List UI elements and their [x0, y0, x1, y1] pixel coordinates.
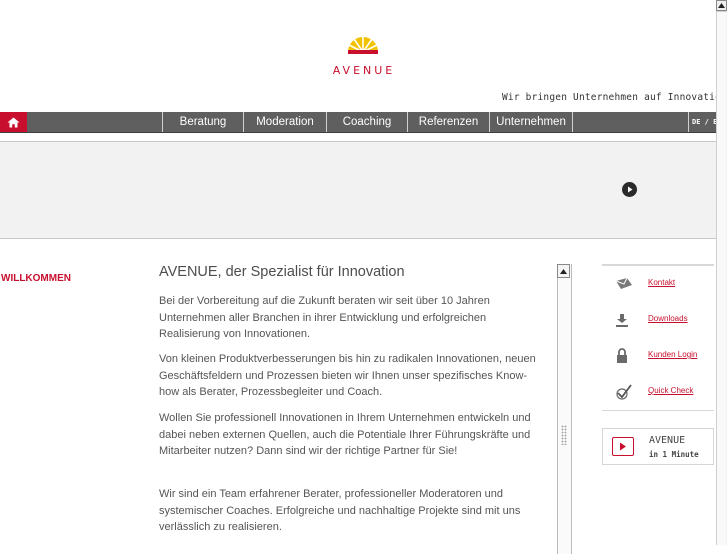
home-icon	[7, 117, 20, 127]
envelope-icon	[615, 276, 633, 292]
scroll-grip[interactable]	[561, 425, 567, 445]
hero-banner	[0, 141, 716, 239]
sidebar-item-kunden-login[interactable]: Kunden Login	[602, 338, 714, 375]
arrow-up-icon	[560, 268, 567, 274]
page-title: AVENUE, der Spezialist für Innovation	[159, 264, 405, 280]
nav-item-referenzen[interactable]: Referenzen	[407, 112, 489, 132]
section-label: WILLKOMMEN	[1, 273, 71, 284]
checkmark-icon	[615, 384, 633, 400]
sidebar-item-label: Quick Check	[648, 386, 694, 395]
sidebar-item-quick-check[interactable]: Quick Check	[602, 374, 714, 411]
nav-item-beratung[interactable]: Beratung	[162, 112, 243, 132]
nav-item-moderation[interactable]: Moderation	[243, 112, 326, 132]
arrow-up-icon	[718, 3, 725, 8]
tagline: Wir bringen Unternehmen auf Innovationsk…	[502, 92, 727, 103]
logo-text: AVENUE	[332, 64, 396, 77]
content-paragraph: Von kleinen Produktverbesserungen bis hi…	[159, 353, 536, 398]
sidebar-item-downloads[interactable]: Downloads	[602, 302, 714, 339]
nav-item-coaching[interactable]: Coaching	[326, 112, 407, 132]
play-icon[interactable]	[622, 182, 637, 197]
content-scrollbar[interactable]	[557, 264, 572, 554]
page-scroll-up-button[interactable]	[716, 0, 727, 11]
video-title: AVENUE	[649, 435, 686, 446]
video-teaser[interactable]: AVENUE in 1 Minute	[602, 428, 714, 465]
content-paragraph: Wollen Sie professionell Innovationen in…	[159, 412, 531, 457]
video-subtitle: in 1 Minute	[649, 450, 699, 459]
nav-separator	[572, 112, 573, 132]
download-icon	[615, 312, 633, 328]
play-icon	[612, 437, 634, 456]
page-scrollbar-thumb[interactable]	[717, 11, 726, 546]
lock-icon	[615, 348, 633, 364]
scroll-up-button[interactable]	[557, 264, 570, 278]
logo-icon[interactable]	[345, 33, 381, 55]
nav-home-button[interactable]	[0, 112, 27, 132]
language-switch[interactable]: DE / E	[688, 112, 717, 132]
sidebar-item-label: Kunden Login	[648, 350, 698, 359]
sidebar-item-label: Kontakt	[648, 278, 676, 287]
nav-item-unternehmen[interactable]: Unternehmen	[489, 112, 572, 132]
sidebar-item-kontakt[interactable]: Kontakt	[602, 266, 714, 303]
content-paragraph: Wir sind ein Team erfahrener Berater, pr…	[159, 488, 521, 533]
sidebar-item-label: Downloads	[648, 314, 688, 323]
content-paragraph: Bei der Vorbereitung auf die Zukunft ber…	[159, 295, 490, 340]
